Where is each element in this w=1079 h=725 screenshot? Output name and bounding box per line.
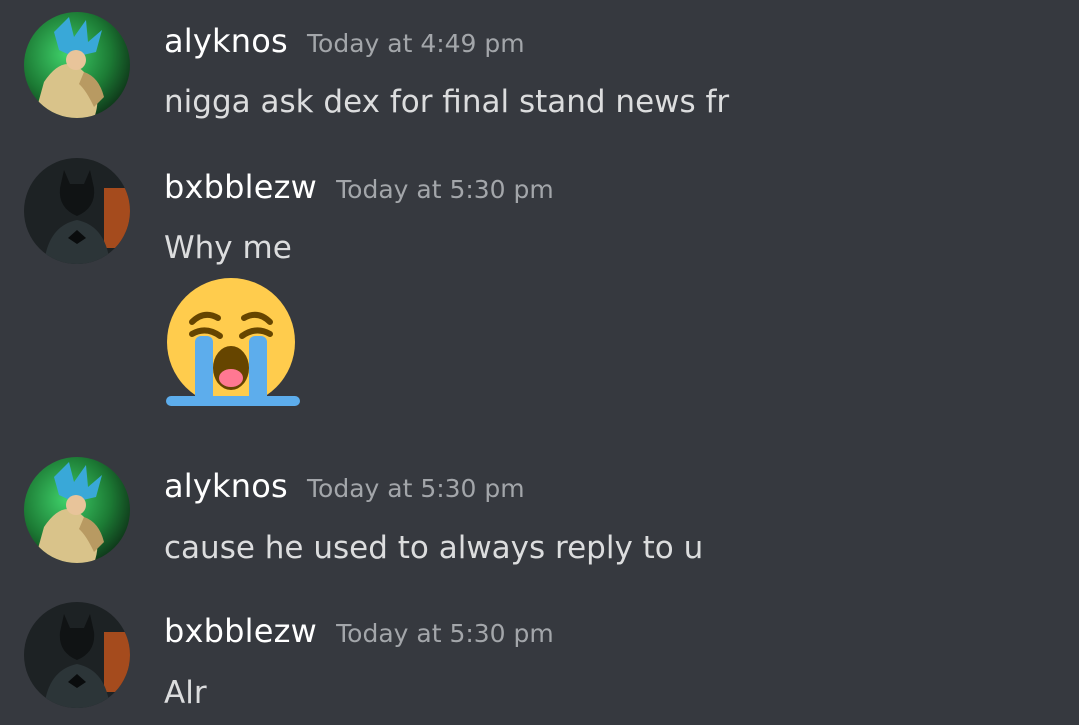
username[interactable]: alyknos bbox=[164, 467, 288, 505]
message-text: Why me bbox=[164, 230, 292, 266]
message-header: alyknos Today at 4:49 pm bbox=[164, 22, 525, 60]
timestamp: Today at 5:30 pm bbox=[336, 175, 554, 204]
message-text: cause he used to always reply to u bbox=[164, 530, 704, 566]
timestamp: Today at 4:49 pm bbox=[307, 29, 525, 58]
batman-avatar-icon[interactable] bbox=[24, 158, 130, 264]
message-header: bxbblezw Today at 5:30 pm bbox=[164, 168, 554, 206]
message-header: alyknos Today at 5:30 pm bbox=[164, 467, 525, 505]
loudly-crying-face-emoji[interactable] bbox=[162, 272, 300, 410]
goku-avatar-icon[interactable] bbox=[24, 12, 130, 118]
message-header: bxbblezw Today at 5:30 pm bbox=[164, 612, 554, 650]
message-text: Alr bbox=[164, 675, 207, 711]
timestamp: Today at 5:30 pm bbox=[336, 619, 554, 648]
username[interactable]: alyknos bbox=[164, 22, 288, 60]
timestamp: Today at 5:30 pm bbox=[307, 474, 525, 503]
username[interactable]: bxbblezw bbox=[164, 612, 317, 650]
username[interactable]: bxbblezw bbox=[164, 168, 317, 206]
message-text: nigga ask dex for final stand news fr bbox=[164, 84, 730, 120]
goku-avatar-icon[interactable] bbox=[24, 457, 130, 563]
batman-avatar-icon[interactable] bbox=[24, 602, 130, 708]
